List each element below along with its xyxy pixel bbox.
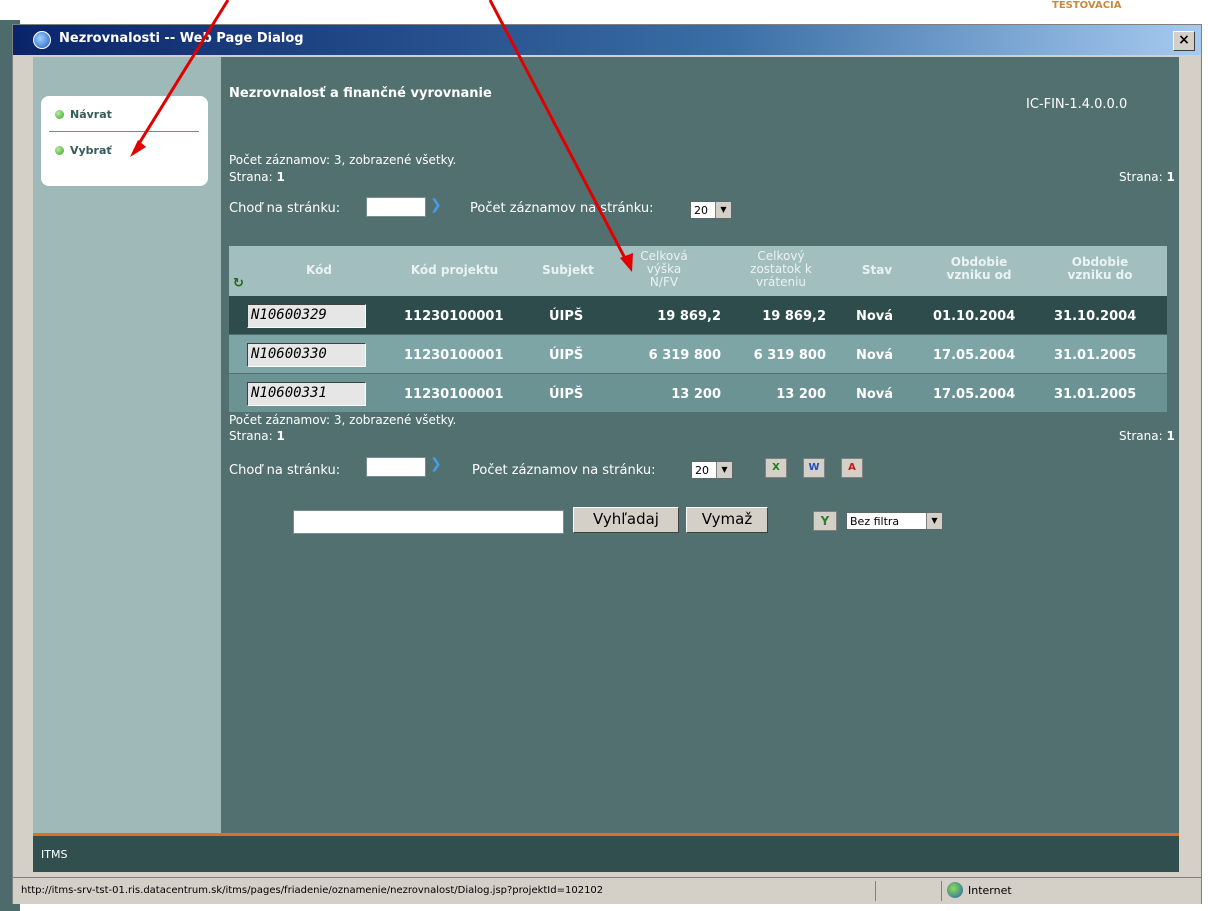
- annotation-overlay: [130, 0, 633, 272]
- annotation-arrow-celkova: [488, 0, 630, 265]
- annotation-arrowhead-celkova: [620, 253, 633, 272]
- annotation-arrow-vybrat: [133, 0, 230, 151]
- annotation-arrowhead-vybrat: [130, 140, 146, 157]
